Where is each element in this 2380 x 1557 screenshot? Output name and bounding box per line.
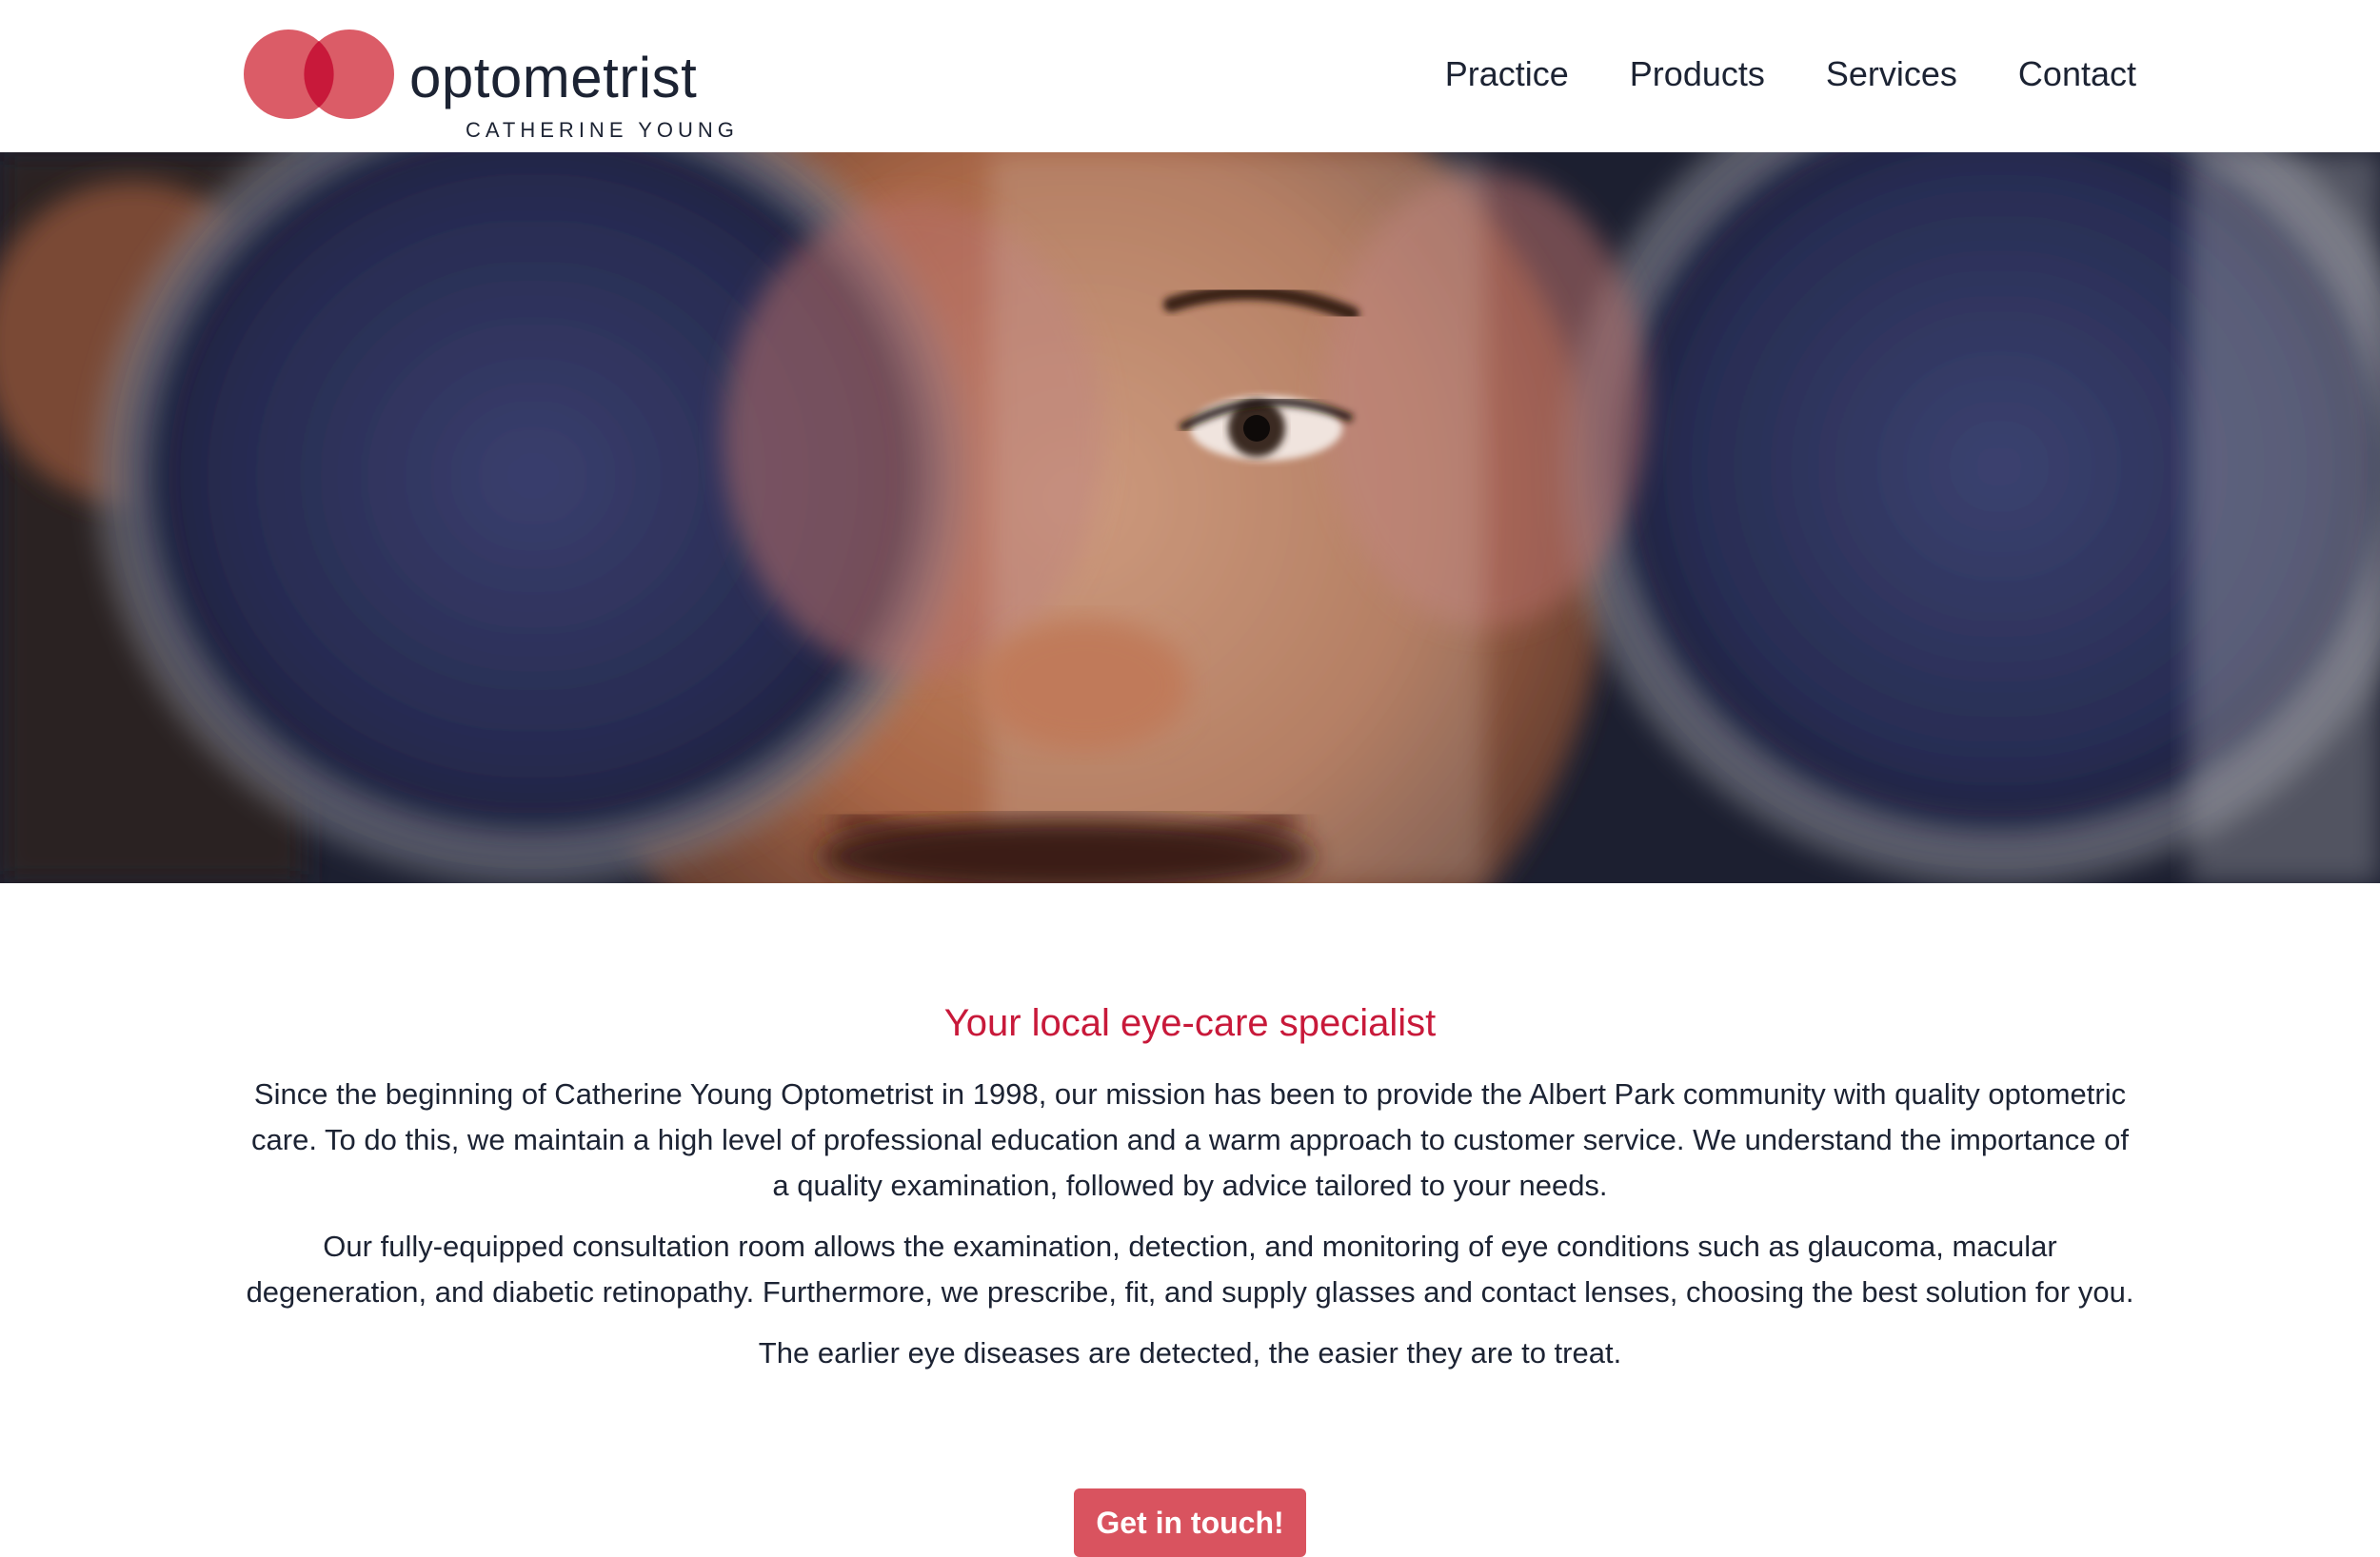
brand-subtitle: CATHERINE YOUNG (466, 118, 739, 142)
site-header: optometrist CATHERINE YOUNG Practice Pro… (0, 0, 2380, 152)
section-headline: Your local eye-care specialist (943, 1002, 1437, 1044)
hero-image (0, 152, 2380, 883)
brand-title: optometrist (409, 46, 698, 109)
brand-logo[interactable]: optometrist CATHERINE YOUNG (243, 29, 757, 141)
nav-item-services[interactable]: Services (1826, 53, 1957, 95)
nav-item-practice[interactable]: Practice (1445, 53, 1569, 95)
logo-circles-icon (244, 30, 394, 119)
smiling-woman-through-lens-icon (0, 152, 2380, 883)
nav-item-contact[interactable]: Contact (2018, 53, 2136, 95)
intro-paragraph-2: Our fully-equipped consultation room all… (246, 1230, 2134, 1309)
get-in-touch-button[interactable]: Get in touch! (1074, 1488, 1306, 1557)
nav-item-products[interactable]: Products (1630, 53, 1765, 95)
intro-section: Your local eye-care specialist Since the… (243, 999, 2137, 1391)
main-nav: Practice Products Services Contact (1445, 53, 2136, 95)
intro-paragraph-1: Since the beginning of Catherine Young O… (251, 1077, 2129, 1202)
intro-paragraph-3: The earlier eye diseases are detected, t… (758, 1336, 1622, 1370)
